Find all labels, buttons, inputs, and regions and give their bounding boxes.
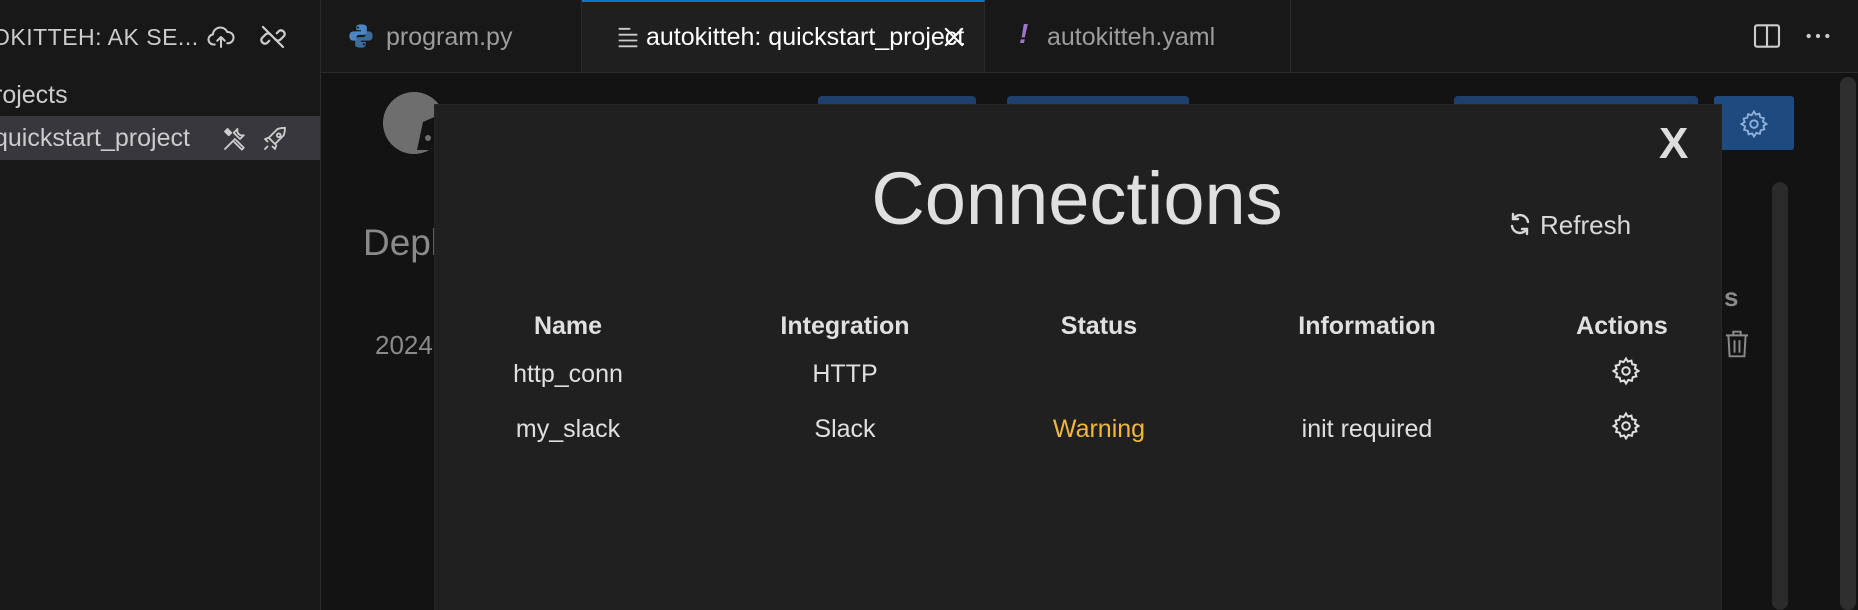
inner-scrollbar[interactable] xyxy=(1772,182,1788,610)
tab-program-py[interactable]: program.py xyxy=(321,0,582,72)
projects-section[interactable]: rojects xyxy=(0,73,320,117)
sidebar-header: OKITTEH: AK SE... xyxy=(0,0,320,72)
connection-information: init required xyxy=(1301,415,1433,443)
modal-close-button[interactable]: X xyxy=(1659,122,1688,166)
background-column-header: s xyxy=(1724,282,1739,312)
projects-section-label: rojects xyxy=(0,81,68,109)
sidebar: OKITTEH: AK SE... rojects quickstart_pro… xyxy=(0,0,321,610)
python-icon xyxy=(347,22,375,50)
editor-tab-bar: program.py autokitteh: quickstart_projec… xyxy=(321,0,1858,73)
column-header-information: Information xyxy=(1298,312,1436,340)
column-header-integration: Integration xyxy=(780,312,910,340)
deploy-rocket-icon[interactable] xyxy=(260,124,290,154)
project-label: quickstart_project xyxy=(0,124,190,152)
cloud-upload-icon[interactable] xyxy=(206,22,236,52)
tab-autokitteh-yaml[interactable]: ! autokitteh.yaml xyxy=(985,0,1291,72)
column-header-name: Name xyxy=(533,312,603,340)
close-icon[interactable] xyxy=(940,23,968,51)
connection-settings-icon[interactable] xyxy=(1611,411,1641,441)
connection-name: http_conn xyxy=(513,360,623,388)
deployment-date: 2024 xyxy=(375,330,433,360)
split-editor-icon[interactable] xyxy=(1751,20,1783,52)
sidebar-item-quickstart-project[interactable]: quickstart_project xyxy=(0,116,320,160)
tab-label: program.py xyxy=(386,23,513,51)
tab-autokitteh-quickstart-project[interactable]: autokitteh: quickstart_project xyxy=(582,0,985,72)
connection-integration: HTTP xyxy=(812,360,878,388)
settings-button[interactable] xyxy=(1714,96,1794,150)
connection-name: my_slack xyxy=(515,415,621,443)
column-header-actions: Actions xyxy=(1576,312,1668,340)
more-actions-icon[interactable] xyxy=(1802,20,1834,52)
tab-label: autokitteh.yaml xyxy=(1047,23,1216,51)
connection-settings-icon[interactable] xyxy=(1611,356,1641,386)
tab-label: autokitteh: quickstart_project xyxy=(646,23,965,51)
column-header-status: Status xyxy=(1060,312,1138,340)
trash-icon[interactable] xyxy=(1722,328,1752,360)
connection-status: Warning xyxy=(1052,415,1146,443)
exclamation-icon: ! xyxy=(1019,18,1029,49)
editor-scrollbar[interactable] xyxy=(1840,77,1856,610)
refresh-label: Refresh xyxy=(1540,210,1632,240)
preview-icon xyxy=(614,23,642,51)
unlink-icon[interactable] xyxy=(258,22,288,52)
refresh-icon xyxy=(1508,211,1532,237)
connection-integration: Slack xyxy=(814,415,876,443)
sidebar-title: OKITTEH: AK SE... xyxy=(0,24,199,50)
build-tools-icon[interactable] xyxy=(220,124,250,154)
